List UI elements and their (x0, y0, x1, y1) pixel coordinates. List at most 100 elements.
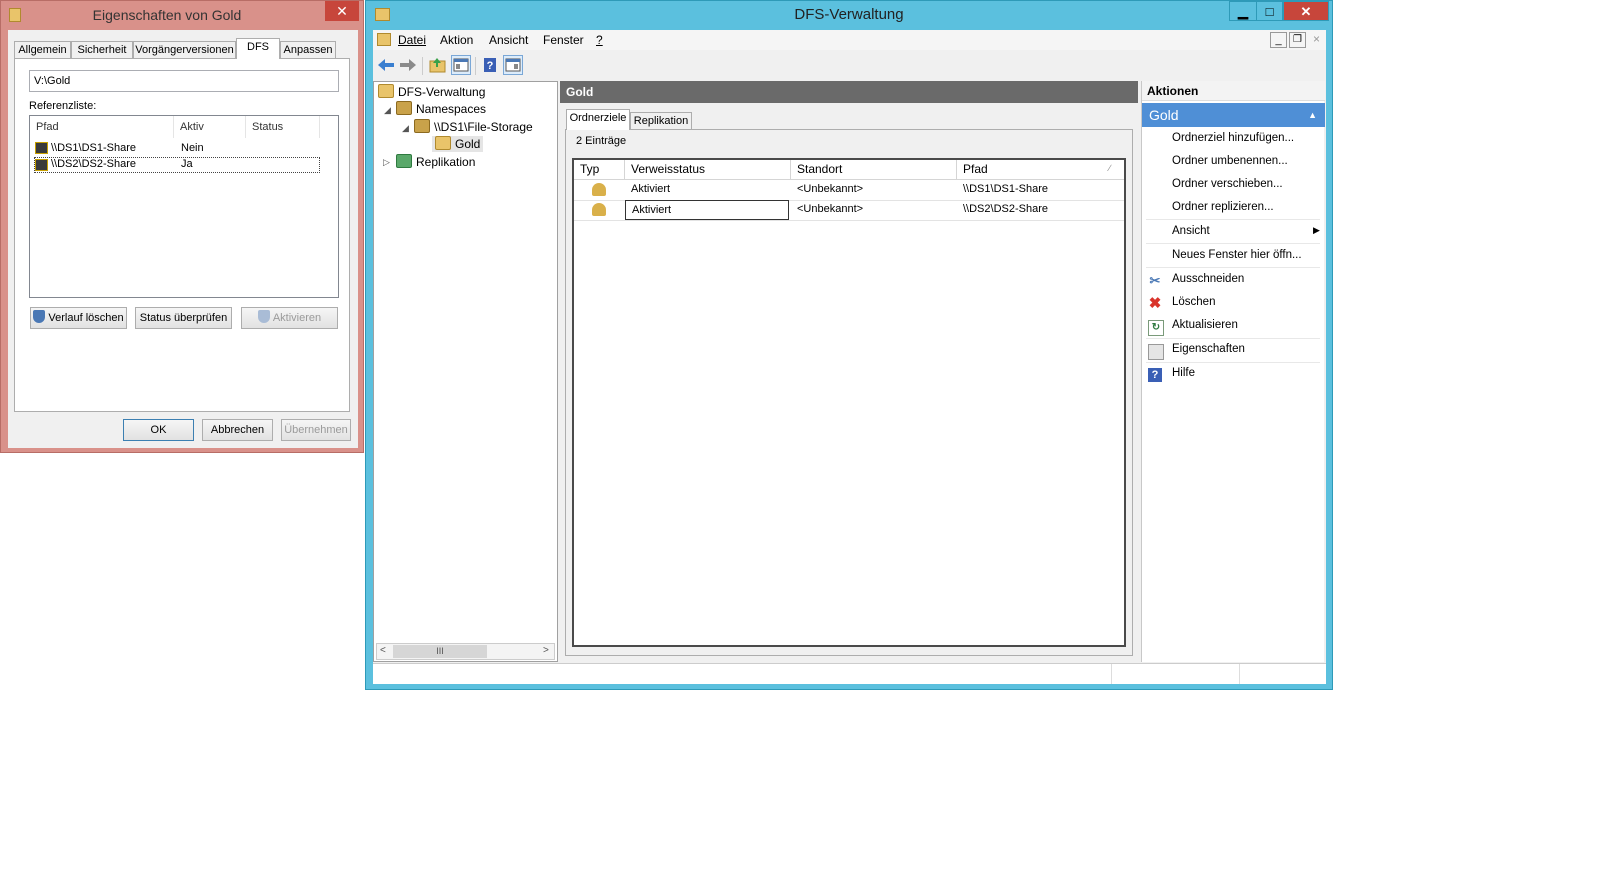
minimize-button[interactable]: ▁ (1229, 1, 1257, 21)
cell-verweisstatus: Aktiviert (631, 183, 671, 195)
tree-label: Namespaces (416, 102, 487, 116)
cell-standort: <Unbekannt> (797, 203, 864, 215)
actions-section-gold[interactable]: Gold ▲ (1142, 103, 1325, 127)
action-refresh[interactable]: Aktualisieren (1172, 319, 1238, 331)
action-move-folder[interactable]: Ordner verschieben... (1172, 178, 1283, 190)
toolbar: ? (373, 52, 1326, 78)
replication-icon (396, 154, 412, 168)
up-level-button[interactable] (428, 55, 448, 75)
sort-indicator-icon: ∕ (1109, 163, 1111, 173)
tab-allgemein[interactable]: Allgemein (14, 41, 71, 58)
help-icon: ? (484, 58, 496, 72)
collapse-up-icon[interactable]: ▲ (1308, 103, 1317, 127)
maximize-icon: □ (1265, 4, 1274, 19)
column-header-standort[interactable]: Standort (791, 160, 957, 179)
column-header-verweisstatus[interactable]: Verweisstatus (625, 160, 791, 179)
scrollbar-thumb[interactable]: III (393, 645, 487, 658)
action-add-folder-target[interactable]: Ordnerziel hinzufügen... (1172, 132, 1294, 144)
tree-item-namespace-server[interactable]: \\DS1\File-Storage (414, 119, 533, 135)
action-delete[interactable]: Löschen (1172, 296, 1215, 308)
clear-history-button[interactable]: Verlauf löschen (30, 307, 127, 329)
status-bar (373, 663, 1326, 684)
share-icon (35, 142, 48, 154)
menu-datei[interactable]: Datei (398, 33, 426, 47)
apply-button[interactable]: Übernehmen (281, 419, 351, 441)
column-header-typ[interactable]: Typ (574, 160, 625, 179)
cell-pfad: \\DS2\DS2-Share (963, 203, 1048, 215)
ok-button[interactable]: OK (123, 419, 194, 441)
referral-path: \\DS1\DS1-Share (51, 142, 136, 154)
action-new-window[interactable]: Neues Fenster hier öffn... (1172, 249, 1302, 261)
table-row[interactable]: Aktiviert <Unbekannt> \\DS1\DS1-Share (574, 180, 1124, 201)
actions-section-title: Gold (1149, 107, 1179, 123)
tab-anpassen[interactable]: Anpassen (280, 41, 336, 58)
grid-header: Typ Verweisstatus Standort Pfad ∕ (574, 160, 1124, 180)
horizontal-scrollbar[interactable]: < III > (376, 643, 555, 660)
action-help[interactable]: Hilfe (1172, 367, 1195, 379)
cancel-button[interactable]: Abbrechen (202, 419, 273, 441)
delete-x-icon: ✖ (1148, 295, 1162, 312)
tree-label: DFS-Verwaltung (398, 85, 486, 99)
column-header-pfad[interactable]: Pfad (957, 160, 1124, 179)
menu-bar: Datei Aktion Ansicht Fenster ? _ ❐ × (373, 30, 1326, 50)
inner-minimize-button[interactable]: _ (1270, 32, 1287, 48)
status-divider (1111, 664, 1112, 684)
tab-vorgaengerversionen[interactable]: Vorgängerversionen (133, 41, 236, 58)
list-item[interactable]: \\DS2\DS2-Share Ja (34, 157, 320, 173)
namespaces-icon (396, 101, 412, 115)
activate-button[interactable]: Aktivieren (241, 307, 338, 329)
window-close-button[interactable]: ✕ (1283, 1, 1329, 21)
column-header-pfad[interactable]: Pfad (30, 116, 174, 138)
tab-dfs[interactable]: DFS (236, 38, 280, 59)
forward-button[interactable] (398, 55, 418, 75)
inner-restore-button[interactable]: ❐ (1289, 32, 1306, 48)
collapse-arrow-icon[interactable]: ◢ (402, 123, 409, 134)
action-view[interactable]: Ansicht (1172, 225, 1210, 237)
menu-fenster[interactable]: Fenster (543, 33, 584, 47)
maximize-button[interactable]: □ (1256, 1, 1283, 21)
tree-label: \\DS1\File-Storage (434, 120, 533, 134)
tree-label: Replikation (416, 155, 476, 169)
collapse-arrow-icon[interactable]: ◢ (384, 105, 391, 116)
show-hide-tree-button[interactable] (451, 55, 471, 75)
action-properties[interactable]: Eigenschaften (1172, 343, 1245, 355)
scroll-left-arrow-icon[interactable]: < (380, 645, 386, 656)
shield-icon (33, 310, 46, 323)
divider (1146, 362, 1320, 363)
divider (1146, 267, 1320, 268)
action-replicate-folder[interactable]: Ordner replizieren... (1172, 201, 1274, 213)
table-row[interactable]: Aktiviert <Unbekannt> \\DS2\DS2-Share (574, 200, 1124, 221)
tab-replikation[interactable]: Replikation (630, 112, 692, 129)
dialog-close-button[interactable]: ✕ (325, 1, 359, 21)
folder-up-icon (429, 58, 446, 73)
referral-active: Ja (181, 158, 193, 170)
tree-item-namespaces[interactable]: Namespaces (396, 101, 486, 117)
tree-item-replication[interactable]: Replikation (396, 154, 475, 170)
tree-item-gold[interactable]: Gold (432, 136, 484, 152)
menu-aktion[interactable]: Aktion (440, 33, 473, 47)
referral-list[interactable]: Pfad Aktiv Status \\DS1\DS1-Share Nein \… (29, 115, 339, 298)
tab-ordnerziele[interactable]: Ordnerziele (566, 109, 630, 130)
folder-target-icon (592, 203, 606, 216)
list-item[interactable]: \\DS1\DS1-Share Nein (34, 141, 322, 157)
tab-sicherheit[interactable]: Sicherheit (71, 41, 133, 58)
expand-arrow-icon[interactable]: ▷ (383, 157, 390, 168)
path-field[interactable]: V:\Gold (29, 70, 339, 92)
menu-ansicht[interactable]: Ansicht (489, 33, 528, 47)
menu-help[interactable]: ? (596, 33, 603, 47)
action-pane-icon (505, 58, 521, 72)
dfs-management-window: DFS-Verwaltung ▁ □ ✕ Datei Aktion Ansich… (365, 0, 1333, 690)
action-rename-folder[interactable]: Ordner umbenennen... (1172, 155, 1288, 167)
scroll-right-arrow-icon[interactable]: > (543, 645, 549, 656)
tree-item-dfs-management[interactable]: DFS-Verwaltung (378, 84, 485, 100)
toolbar-separator (475, 57, 476, 75)
show-hide-action-pane-button[interactable] (503, 55, 523, 75)
inner-close-button[interactable]: × (1308, 32, 1325, 48)
action-cut[interactable]: Ausschneiden (1172, 273, 1244, 285)
column-header-status[interactable]: Status (246, 116, 320, 138)
back-button[interactable] (376, 55, 396, 75)
help-button[interactable]: ? (480, 55, 500, 75)
actions-header: Aktionen (1142, 81, 1325, 101)
check-status-button[interactable]: Status überprüfen (135, 307, 232, 329)
column-header-aktiv[interactable]: Aktiv (174, 116, 246, 138)
